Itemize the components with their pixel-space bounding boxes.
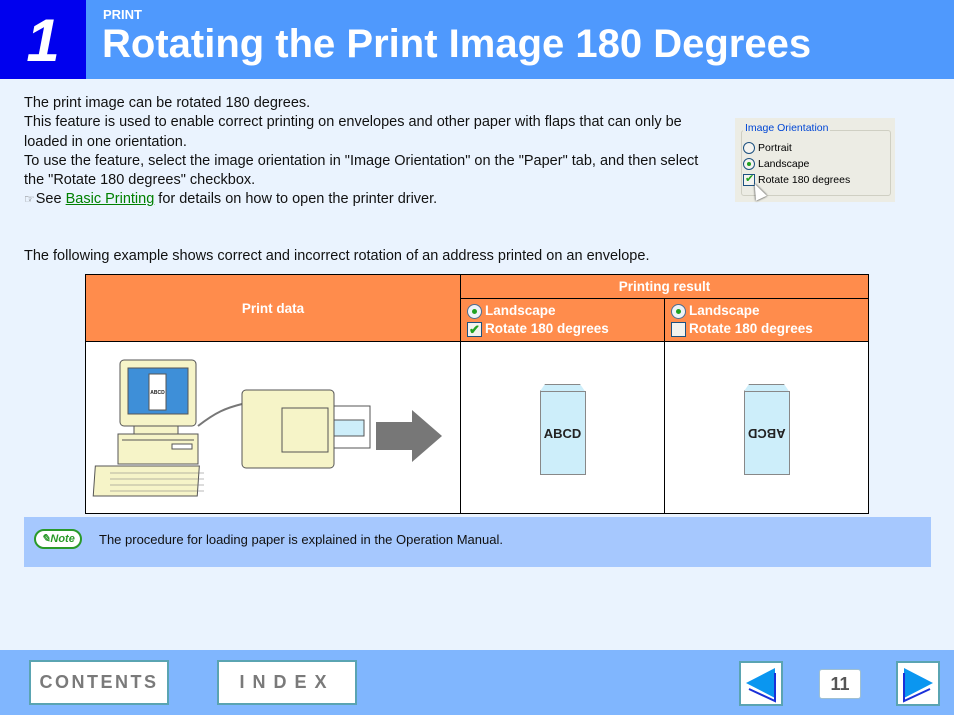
arrow-right-icon <box>903 668 933 703</box>
note-badge-label: Note <box>50 533 75 545</box>
portrait-label: Portrait <box>758 142 792 154</box>
landscape-label: Landscape <box>758 158 810 170</box>
print-data-header: Print data <box>85 274 461 342</box>
page-title: Rotating the Print Image 180 Degrees <box>102 22 812 66</box>
envelope-address-rotated: ABCD <box>747 425 786 441</box>
intro-line-2: This feature is used to enable correct p… <box>24 114 682 150</box>
rotate-label: Rotate 180 degrees <box>689 321 813 336</box>
orientation-label: Landscape <box>689 303 760 318</box>
arrow-left-icon <box>746 668 776 703</box>
chapter-number: 1 <box>0 0 86 79</box>
print-data-illustration: ABCD <box>85 341 461 514</box>
checkbox-checked-icon <box>467 321 482 339</box>
index-button[interactable]: INDEX <box>217 660 357 705</box>
pointing-hand-icon: ☞ <box>24 192 35 207</box>
portrait-option[interactable]: Portrait <box>743 142 792 154</box>
rotate-180-label: Rotate 180 degrees <box>758 174 851 186</box>
radio-checked-icon <box>467 303 482 319</box>
page-number: 11 <box>819 669 861 699</box>
computer-printer-illustration: ABCD <box>92 359 442 497</box>
landscape-option[interactable]: Landscape <box>743 158 809 170</box>
basic-printing-link[interactable]: Basic Printing <box>66 191 155 207</box>
contents-button[interactable]: CONTENTS <box>29 660 169 705</box>
intro-line-3: To use the feature, select the image ori… <box>24 152 699 189</box>
result-correct-cell: ABCD <box>460 341 665 514</box>
ref-prefix: See <box>35 191 62 208</box>
arrow-right-icon <box>376 410 442 462</box>
note-badge: ✎Note <box>34 529 82 549</box>
radio-checked-icon <box>743 158 755 170</box>
envelope-body: ABCD <box>743 391 790 475</box>
envelope-address: ABCD <box>543 425 582 441</box>
result-incorrect-cell: ABCD <box>664 341 869 514</box>
intro-line-1: The print image can be rotated 180 degre… <box>24 95 311 111</box>
note-box: ✎Note The procedure for loading paper is… <box>24 517 931 567</box>
footer-nav: CONTENTS INDEX 11 <box>0 650 954 715</box>
example-description: The following example shows correct and … <box>24 248 650 264</box>
section-label: PRINT <box>103 7 142 22</box>
reference-line: ☞See Basic Printing for details on how t… <box>24 190 704 209</box>
previous-page-button[interactable] <box>739 661 783 706</box>
radio-checked-icon <box>671 303 686 319</box>
rotate-label: Rotate 180 degrees <box>485 321 609 336</box>
orientation-label: Landscape <box>485 303 556 318</box>
next-page-button[interactable] <box>896 661 940 706</box>
envelope-body: ABCD <box>539 391 586 475</box>
checkbox-unchecked-icon <box>671 321 686 337</box>
printer-icon <box>241 389 371 469</box>
result-settings-correct: Landscape Rotate 180 degrees <box>460 298 665 342</box>
screen-text: ABCD <box>150 390 165 396</box>
note-text: The procedure for loading paper is expla… <box>99 532 503 547</box>
group-label: Image Orientation <box>743 122 831 134</box>
result-settings-incorrect: Landscape Rotate 180 degrees <box>664 298 869 342</box>
page-header: 1 PRINT Rotating the Print Image 180 Deg… <box>0 0 954 79</box>
ref-suffix: for details on how to open the printer d… <box>158 191 438 208</box>
rotation-example-table: Print data Printing result Landscape Rot… <box>85 274 869 514</box>
printing-result-header: Printing result <box>460 274 869 299</box>
intro-text: The print image can be rotated 180 degre… <box>24 94 704 210</box>
envelope-correct: ABCD <box>539 384 586 475</box>
envelope-incorrect: ABCD <box>743 384 790 475</box>
radio-unchecked-icon <box>743 142 755 154</box>
computer-icon: ABCD <box>92 359 204 497</box>
